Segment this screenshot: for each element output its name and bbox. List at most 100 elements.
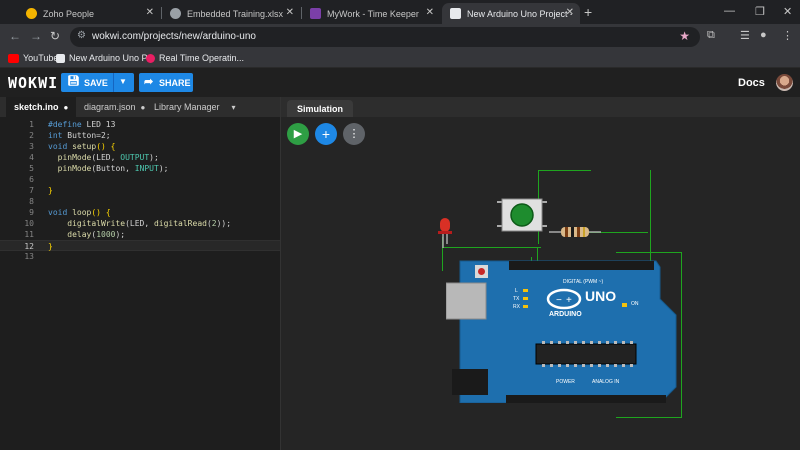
code-text: pinMode(Button, INPUT); [57, 164, 169, 173]
browser-tab-wokwi[interactable]: New Arduino Uno Project - Wo ✕ [442, 3, 580, 24]
led[interactable] [435, 217, 455, 249]
share-icon: ➦ [144, 76, 154, 88]
code-line: 7} [29, 186, 53, 195]
rtos-favicon-icon [146, 53, 155, 63]
code-text: delay(1000); [67, 230, 126, 239]
extensions-icon[interactable]: ⧉ [707, 29, 715, 42]
back-icon[interactable]: ← [9, 29, 21, 43]
tab-title: MyWork - Time Keeper [327, 8, 419, 19]
url-field[interactable]: ⚙ wokwi.com/projects/new/arduino-uno ★ [70, 27, 700, 47]
tab-simulation[interactable]: Simulation [287, 100, 354, 117]
simulation-pane: Simulation ▶ + ⋮ − + UNO ARDUINO DIGITAL… [280, 97, 800, 450]
docs-link[interactable]: Docs [738, 77, 765, 89]
site-info-icon[interactable]: ⚙ [77, 30, 86, 41]
browser-tab-zoho-people[interactable]: Zoho People ✕ [18, 3, 160, 24]
editor-tabs: sketch.ino ● diagram.json ● Library Mana… [0, 97, 280, 117]
code-text: } [48, 186, 53, 195]
menu-icon[interactable]: ⋮ [782, 29, 793, 42]
bookmark-rtos[interactable]: Real Time Operatin... [146, 53, 244, 63]
zoho-favicon-icon [26, 8, 37, 19]
code-line: 10 digitalWrite(LED, digitalRead(2)); [24, 219, 232, 228]
power-led-label: ON [631, 301, 639, 307]
code-line-current: 12} [0, 240, 280, 251]
modified-indicator: ● [63, 102, 69, 112]
profile-icon[interactable]: ● [760, 29, 767, 41]
rx-label: RX [513, 304, 520, 310]
board-brand-label: ARDUINO [549, 311, 582, 318]
tab-label: sketch.ino [14, 102, 59, 112]
code-line: 13 [24, 252, 34, 261]
code-text: int Button=2; [48, 131, 111, 140]
resistor[interactable] [549, 225, 601, 239]
bookmark-label: Real Time Operatin... [159, 53, 245, 63]
modified-indicator: ● [140, 102, 146, 112]
bookmark-label: New Arduino Uno P... [69, 53, 154, 63]
wokwi-favicon-icon [56, 53, 65, 63]
minimize-icon[interactable]: — [724, 5, 735, 17]
close-icon[interactable]: ✕ [566, 7, 574, 18]
code-editor-pane: sketch.ino ● diagram.json ● Library Mana… [0, 97, 280, 450]
pushbutton[interactable] [493, 197, 551, 233]
window-close-icon[interactable]: ✕ [783, 5, 792, 18]
tab-title: New Arduino Uno Project - Wo [467, 8, 572, 19]
code-line: 8 [29, 197, 34, 206]
tx-label: TX [513, 296, 520, 302]
code-line: 9 void loop() { [29, 208, 111, 217]
bookmark-label: YouTube [23, 53, 59, 63]
save-icon: 💾︎ [67, 76, 80, 87]
forward-icon[interactable]: → [30, 29, 42, 43]
code-text: pinMode(LED, OUTPUT); [57, 153, 159, 162]
share-button[interactable]: ➦ SHARE [139, 73, 193, 92]
code-text: void loop() { [48, 208, 111, 217]
new-tab-icon[interactable]: + [584, 4, 592, 20]
bookmark-youtube[interactable]: YouTube [8, 53, 58, 63]
circuit-canvas[interactable]: − + UNO ARDUINO DIGITAL (PWM ~) POWER AN… [281, 117, 800, 450]
arduino-uno-board[interactable]: − + UNO ARDUINO DIGITAL (PWM ~) POWER AN… [446, 259, 678, 403]
bookmark-arduino[interactable]: New Arduino Uno P... [56, 53, 154, 63]
tab-title: Zoho People [43, 8, 95, 19]
code-text: digitalWrite(LED, digitalRead(2)); [67, 219, 232, 228]
code-line: 5 pinMode(Button, INPUT); [29, 164, 169, 173]
wokwi-favicon-icon [450, 8, 461, 19]
tab-sketch-ino[interactable]: sketch.ino ● [6, 97, 77, 117]
youtube-icon [8, 53, 19, 63]
mywork-favicon-icon [310, 8, 321, 19]
code-line: 1 #define LED 13 [29, 120, 116, 129]
code-text: #define LED 13 [48, 120, 116, 129]
media-icon[interactable]: ☰ [740, 29, 750, 42]
bookmarks-bar: YouTube New Arduino Uno P... Real Time O… [0, 50, 800, 68]
chevron-down-icon[interactable]: ▼ [119, 77, 127, 86]
l-led-label: L [515, 288, 518, 294]
power-header-label: POWER [556, 379, 575, 385]
address-bar-row: ← → ↻ ⚙ wokwi.com/projects/new/arduino-u… [0, 24, 800, 50]
tab-label: Library Manager [154, 102, 220, 112]
digital-header-label: DIGITAL (PWM ~) [563, 279, 604, 285]
tab-library-manager[interactable]: Library Manager ▾ [146, 97, 244, 117]
save-label: SAVE [84, 78, 108, 88]
browser-tab-mywork[interactable]: MyWork - Time Keeper ✕ [302, 3, 440, 24]
tab-label: diagram.json [84, 102, 136, 112]
avatar[interactable] [776, 74, 793, 91]
restore-icon[interactable]: ❐ [755, 5, 765, 18]
svg-text:+: + [566, 295, 572, 306]
browser-tab-embedded-training[interactable]: Embedded Training.xlsx ✕ [162, 3, 300, 24]
url-text: wokwi.com/projects/new/arduino-uno [92, 31, 256, 42]
reload-icon[interactable]: ↻ [50, 29, 60, 43]
chevron-down-icon[interactable]: ▾ [232, 103, 236, 112]
code-line: 3 void setup() { [29, 142, 116, 151]
simulation-tabs: Simulation [281, 97, 800, 117]
tab-diagram-json[interactable]: diagram.json ● [76, 97, 153, 117]
close-icon[interactable]: ✕ [146, 7, 154, 18]
tab-title: Embedded Training.xlsx [187, 8, 284, 19]
close-icon[interactable]: ✕ [426, 7, 434, 18]
bookmark-star-icon[interactable]: ★ [679, 29, 690, 43]
share-label: SHARE [159, 78, 191, 88]
svg-text:−: − [556, 295, 562, 306]
code-line: 11 delay(1000); [24, 230, 126, 239]
save-button[interactable]: 💾︎ SAVE ▼ [61, 73, 134, 92]
code-line: 6 [29, 175, 34, 184]
button-divider [113, 73, 114, 92]
browser-tab-strip: Zoho People ✕ Embedded Training.xlsx ✕ M… [0, 0, 800, 24]
close-icon[interactable]: ✕ [286, 7, 294, 18]
wokwi-logo[interactable]: WOKWI [8, 74, 58, 92]
